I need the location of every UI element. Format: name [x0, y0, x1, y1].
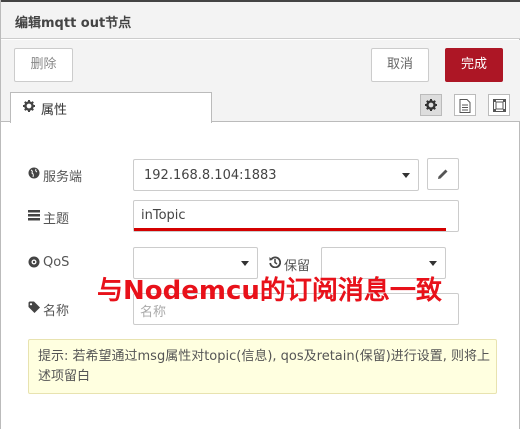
delete-button[interactable]: 删除	[14, 48, 73, 82]
tip-box: 提示: 若希望通过msg属性对topic(信息), qos及retain(保留)…	[28, 339, 497, 394]
topic-value: inTopic	[141, 208, 186, 223]
tab-properties-label: 属性	[41, 103, 68, 118]
server-select[interactable]: 192.168.8.104:1883	[133, 159, 419, 191]
chevron-down-icon	[241, 261, 249, 266]
topic-label-text: 主题	[43, 212, 70, 227]
tab-appearance-button[interactable]	[488, 94, 510, 116]
tip-text: 提示: 若希望通过msg属性对topic(信息), qos及retain(保留)…	[38, 349, 491, 384]
chevron-down-icon	[429, 261, 437, 266]
edit-dialog: 编辑mqtt out节点 删除 取消 完成 属性 服务端 192.168.8.1…	[0, 0, 520, 429]
edit-server-button[interactable]	[427, 158, 459, 190]
gear-icon	[425, 99, 437, 111]
done-button[interactable]: 完成	[445, 48, 503, 82]
description-icon	[459, 99, 471, 113]
button-row: 删除 取消 完成	[1, 40, 520, 92]
tab-bar: 属性	[1, 92, 520, 123]
pencil-icon	[438, 169, 448, 179]
tab-properties[interactable]: 属性	[10, 92, 212, 123]
tab-settings-button[interactable]	[420, 94, 442, 116]
server-label-text: 服务端	[43, 170, 83, 185]
chevron-down-icon	[402, 173, 410, 178]
title-bar: 编辑mqtt out节点	[1, 2, 520, 39]
qos-icon	[28, 256, 40, 268]
name-label-text: 名称	[43, 304, 70, 319]
gear-icon	[23, 100, 35, 112]
dialog-title: 编辑mqtt out节点	[15, 16, 132, 31]
tag-icon	[28, 301, 40, 313]
qos-label-text: QoS	[43, 255, 70, 270]
annotation-text: 与Nodemcu的订阅消息一致	[97, 276, 442, 306]
globe-icon	[28, 167, 40, 179]
annotation-underline	[134, 228, 446, 231]
history-icon	[269, 256, 281, 268]
topic-icon	[28, 210, 40, 221]
tab-description-button[interactable]	[454, 94, 476, 116]
cancel-button[interactable]: 取消	[371, 48, 429, 82]
server-value: 192.168.8.104:1883	[144, 168, 277, 183]
appearance-icon	[493, 99, 506, 112]
